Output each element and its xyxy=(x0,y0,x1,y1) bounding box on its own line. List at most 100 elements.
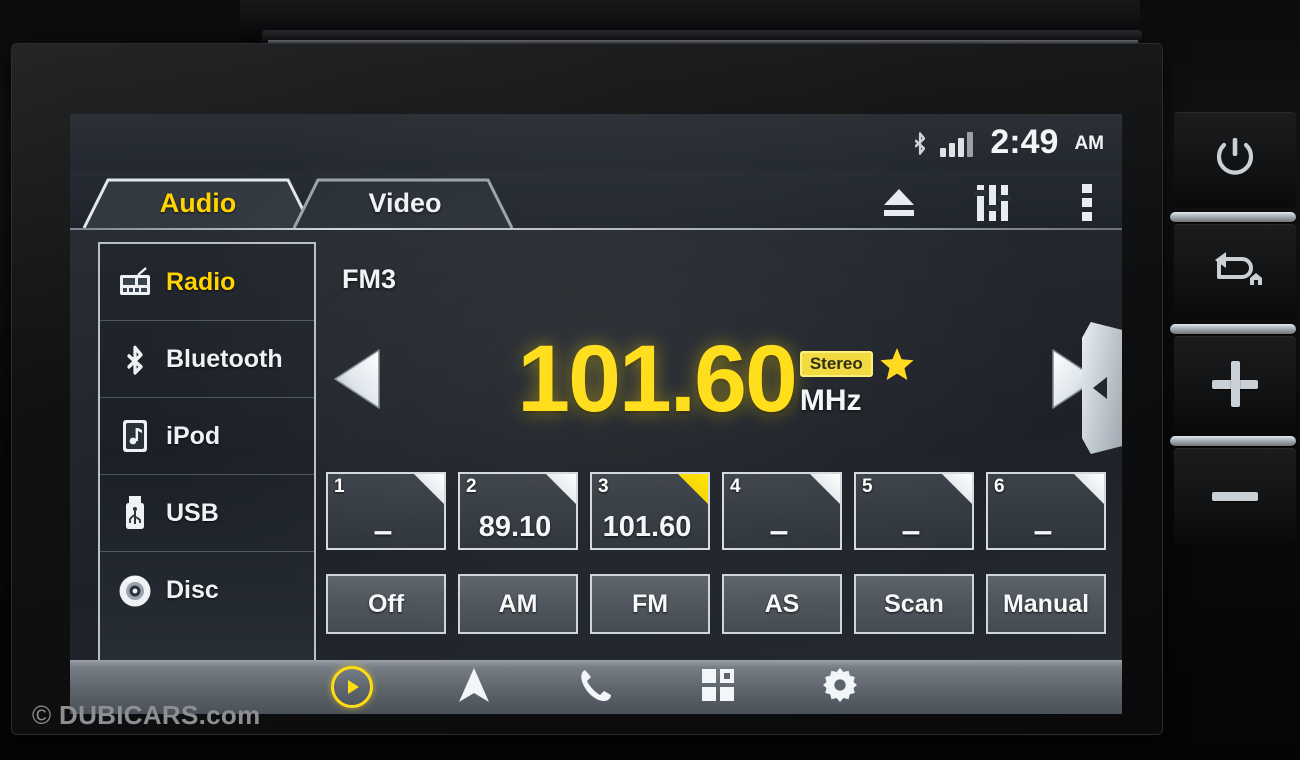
manual-button[interactable]: Manual xyxy=(986,574,1106,634)
power-key[interactable] xyxy=(1174,112,1296,208)
power-icon xyxy=(1211,134,1259,187)
radio-icon xyxy=(118,265,152,299)
preset-corner xyxy=(1074,474,1104,504)
am-button[interactable]: AM xyxy=(458,574,578,634)
usb-icon xyxy=(118,496,152,530)
back-home-key[interactable] xyxy=(1174,224,1296,320)
signal-bars-icon xyxy=(940,131,974,157)
sidebar-item-radio[interactable]: Radio xyxy=(100,244,314,321)
volume-up-key[interactable] xyxy=(1174,336,1296,432)
collapse-panel-icon[interactable] xyxy=(1082,322,1122,454)
navigation-nav[interactable] xyxy=(453,666,495,708)
tab-video[interactable]: Video xyxy=(292,176,514,230)
head-unit-bezel: 2:49 AM Audio Video Radio Bluetooth iPod… xyxy=(12,44,1162,734)
gear-icon xyxy=(822,667,858,708)
preset-value: 89.10 xyxy=(478,511,552,543)
settings-nav[interactable] xyxy=(819,666,861,708)
preset-row: 1 – 2 89.10 3 101.60 4 – 5 – 6 – xyxy=(326,472,1106,550)
preset-corner xyxy=(414,474,444,504)
sidebar-item-usb[interactable]: USB xyxy=(100,475,314,552)
frequency-value: 101.60 xyxy=(517,325,798,432)
seek-down-icon[interactable] xyxy=(326,345,394,413)
preset-number: 2 xyxy=(466,476,477,497)
sidebar-item-disc[interactable]: Disc xyxy=(100,552,314,629)
play-triangle xyxy=(348,680,359,694)
phone-icon xyxy=(578,667,614,708)
preset-corner xyxy=(942,474,972,504)
watermark-symbol: © xyxy=(32,700,52,730)
watermark-text: DUBICARS.com xyxy=(59,700,261,730)
equalizer-icon[interactable] xyxy=(972,182,1014,224)
more-options-icon[interactable] xyxy=(1066,182,1108,224)
key-separator-2 xyxy=(1170,324,1296,334)
preset-corner xyxy=(546,474,576,504)
bluetooth-icon xyxy=(911,127,929,157)
preset-button-1[interactable]: 1 – xyxy=(326,472,446,550)
key-separator-3 xyxy=(1170,436,1296,446)
off-button[interactable]: Off xyxy=(326,574,446,634)
disc-icon xyxy=(118,574,152,608)
minus-icon xyxy=(1212,491,1258,501)
stereo-badge: Stereo xyxy=(799,351,873,378)
back-home-icon xyxy=(1206,247,1264,298)
preset-button-5[interactable]: 5 – xyxy=(854,472,974,550)
preset-button-2[interactable]: 2 89.10 xyxy=(458,472,578,550)
preset-value: 101.60 xyxy=(602,511,692,543)
fm-button[interactable]: FM xyxy=(590,574,710,634)
plus-icon xyxy=(1212,361,1258,407)
preset-value: – xyxy=(373,512,393,550)
preset-number: 1 xyxy=(334,476,345,497)
preset-number: 3 xyxy=(598,476,609,497)
sidebar-item-bluetooth[interactable]: Bluetooth xyxy=(100,321,314,398)
tab-audio[interactable]: Audio xyxy=(82,176,314,230)
preset-corner-active xyxy=(678,474,708,504)
bluetooth-icon xyxy=(118,342,152,376)
tab-action-icons xyxy=(878,182,1108,224)
star-icon[interactable] xyxy=(879,346,915,382)
stereo-row: Stereo xyxy=(799,346,915,382)
as-button[interactable]: AS xyxy=(722,574,842,634)
volume-down-key[interactable] xyxy=(1174,448,1296,544)
scan-button[interactable]: Scan xyxy=(854,574,974,634)
phone-nav[interactable] xyxy=(575,666,617,708)
frequency-unit: MHz xyxy=(799,384,862,418)
preset-number: 5 xyxy=(862,476,873,497)
radio-band-label: FM3 xyxy=(342,264,396,294)
hard-key-column xyxy=(1170,112,1296,550)
navigation-arrow-icon xyxy=(457,666,491,709)
tab-strip: Audio Video xyxy=(70,170,1122,230)
sidebar-item-usb-label: USB xyxy=(166,498,219,527)
frequency-display: 101.60 Stereo MHz xyxy=(394,325,1038,432)
tab-audio-label: Audio xyxy=(159,187,237,218)
eject-icon[interactable] xyxy=(878,182,920,224)
preset-button-6[interactable]: 6 – xyxy=(986,472,1106,550)
sidebar-item-disc-label: Disc xyxy=(166,576,219,604)
preset-number: 6 xyxy=(994,476,1005,497)
apps-nav[interactable] xyxy=(697,666,739,708)
ipod-icon xyxy=(118,419,152,453)
tab-video-label: Video xyxy=(368,187,442,218)
preset-corner xyxy=(810,474,840,504)
sidebar-item-ipod[interactable]: iPod xyxy=(100,398,314,475)
preset-button-4[interactable]: 4 – xyxy=(722,472,842,550)
preset-button-3[interactable]: 3 101.60 xyxy=(590,472,710,550)
status-meridiem: AM xyxy=(1074,133,1104,154)
source-list: Radio Bluetooth iPod USB Disc xyxy=(98,242,316,714)
tab-underline xyxy=(70,228,1122,230)
sidebar-item-bluetooth-label: Bluetooth xyxy=(166,344,283,373)
sidebar-item-radio-label: Radio xyxy=(166,267,236,296)
preset-number: 4 xyxy=(730,476,741,497)
status-bar: 2:49 AM xyxy=(70,114,1122,170)
sidebar-item-ipod-label: iPod xyxy=(166,421,221,450)
status-clock: 2:49 xyxy=(990,123,1059,161)
watermark: © DUBICARS.com xyxy=(32,700,261,731)
frequency-meta: Stereo MHz xyxy=(799,346,915,418)
function-button-row: Off AM FM AS Scan Manual xyxy=(326,574,1106,634)
key-separator-1 xyxy=(1170,212,1296,222)
infotainment-screen[interactable]: 2:49 AM Audio Video Radio Bluetooth iPod… xyxy=(70,114,1122,714)
media-play-nav[interactable] xyxy=(331,666,373,708)
preset-value: – xyxy=(901,512,921,550)
preset-value: – xyxy=(769,512,789,550)
tuner-row: 101.60 Stereo MHz xyxy=(326,319,1106,439)
preset-value: – xyxy=(1033,512,1053,550)
